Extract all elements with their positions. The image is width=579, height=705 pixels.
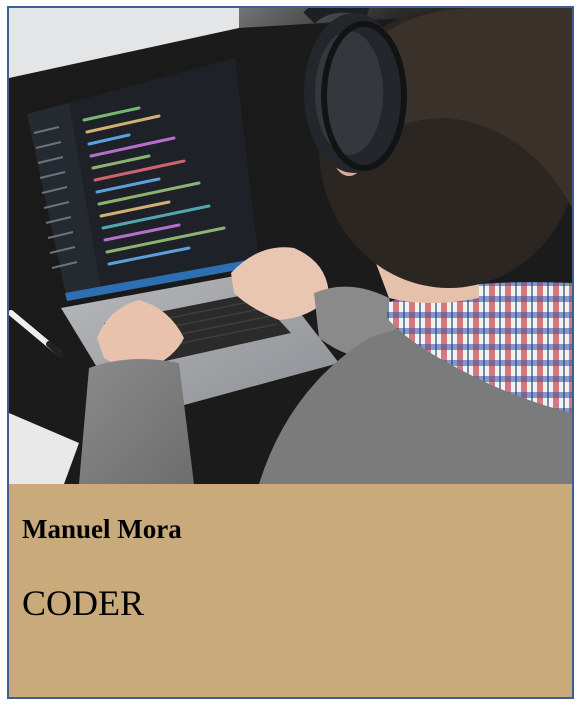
profile-name: Manuel Mora [22,514,182,544]
profile-role: CODER [22,583,145,623]
profile-caption: Manuel Mora CODER [9,484,572,697]
profile-card: Manuel Mora CODER [7,6,574,699]
coder-photo-illustration [9,8,572,484]
profile-photo [9,8,572,484]
